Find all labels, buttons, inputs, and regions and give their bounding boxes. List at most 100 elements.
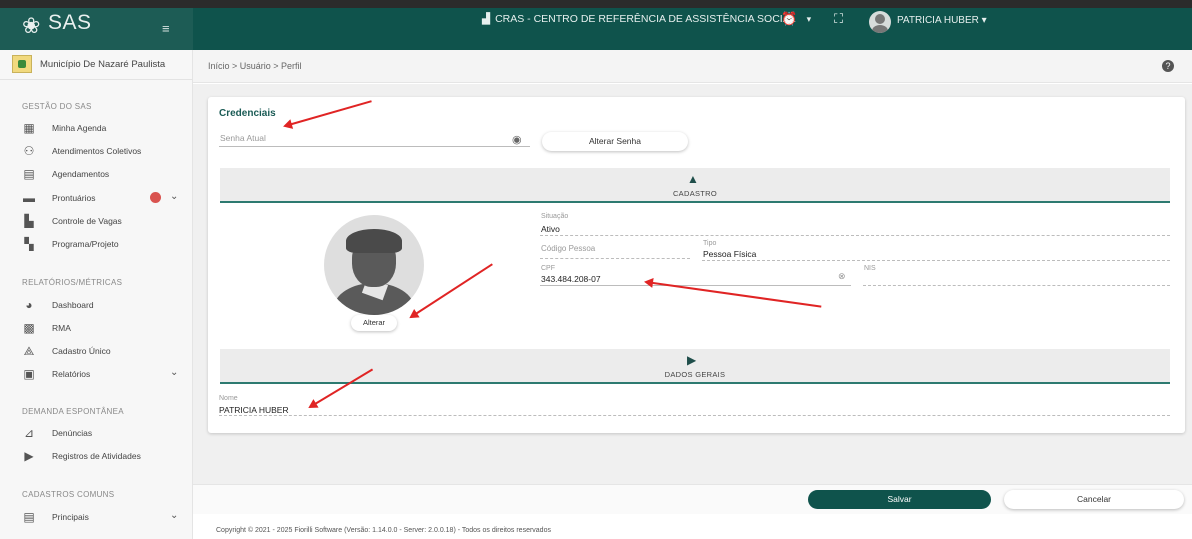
change-photo-button[interactable]: Alterar (351, 315, 397, 331)
nis-label: NIS (864, 265, 876, 272)
situacao-underline (540, 235, 1170, 236)
situacao-value[interactable]: Ativo (541, 224, 560, 234)
avatar[interactable] (869, 11, 891, 33)
handshake-icon: ⟁ (23, 343, 35, 358)
notification-badge (150, 192, 161, 203)
profile-photo (324, 215, 424, 315)
brand-name: SAS (48, 11, 92, 34)
change-password-button[interactable]: Alterar Senha (542, 132, 688, 151)
sidebar-item-label: Programa/Projeto (52, 239, 119, 249)
sidebar: Município De Nazaré Paulista GESTÃO DO S… (0, 50, 193, 539)
codigo-pessoa-input[interactable]: Código Pessoa (541, 244, 595, 253)
tipo-value[interactable]: Pessoa Física (703, 249, 756, 259)
situacao-label: Situação (541, 213, 569, 220)
tipo-underline (702, 260, 1170, 261)
sidebar-item-agendamentos[interactable]: ▤ Agendamentos (22, 165, 182, 183)
sidebar-item-denuncias[interactable]: ⊿ Denúncias (22, 424, 182, 442)
cpf-label: CPF (541, 265, 555, 272)
user-name: PATRICIA HUBER (897, 15, 979, 26)
breadcrumb[interactable]: Início > Usuário > Perfil (208, 61, 302, 71)
credentials-title: Credenciais (219, 108, 276, 119)
profile-card: Credenciais Senha Atual ◉ Alterar Senha … (208, 97, 1185, 433)
nome-underline (219, 415, 1170, 416)
cpf-value[interactable]: 343.484.208-07 (541, 274, 601, 284)
sidebar-item-atendimentos-coletivos[interactable]: ⚇ Atendimentos Coletivos (22, 142, 182, 160)
current-password-underline (219, 146, 530, 147)
cpf-underline (540, 285, 851, 286)
nis-input[interactable] (863, 285, 1170, 286)
top-band (0, 0, 1192, 8)
save-button[interactable]: Salvar (808, 490, 991, 509)
clear-icon[interactable]: ⊗ (838, 271, 846, 282)
help-icon[interactable]: ? (1162, 60, 1174, 72)
brand-bar: ❀ SAS ≡ (0, 8, 193, 50)
sidebar-item-controle-de-vagas[interactable]: ▙ Controle de Vagas (22, 212, 182, 230)
sidebar-item-label: Agendamentos (52, 169, 110, 179)
file-icon: ▣ (23, 367, 35, 381)
section-title: DEMANDA ESPONTÂNEA (22, 407, 124, 416)
chevron-down-icon: ⌄ (170, 510, 179, 521)
sidebar-item-registros-de-atividades[interactable]: ▶ Registros de Atividades (22, 447, 182, 465)
megaphone-icon: ⊿ (23, 426, 35, 440)
municipality-flag-icon (12, 55, 32, 73)
cadastro-title: CADASTRO (672, 189, 718, 198)
dados-gerais-header: ▶ DADOS GERAIS (220, 349, 1170, 384)
fullscreen-icon[interactable]: ⛶ (834, 11, 843, 27)
current-password-input[interactable]: Senha Atual (220, 133, 266, 143)
bar-chart-icon: ▩ (23, 321, 35, 335)
sidebar-item-dashboard[interactable]: ◕ Dashboard (22, 296, 182, 314)
municipality-name: Município De Nazaré Paulista (40, 59, 166, 70)
sidebar-item-label: Minha Agenda (52, 123, 107, 133)
sidebar-item-principais[interactable]: ▤ Principais ⌄ (22, 508, 182, 526)
nome-label: Nome (219, 395, 238, 402)
sidebar-item-label: Prontuários (52, 193, 96, 203)
sidebar-item-label: RMA (52, 323, 71, 333)
section-title: GESTÃO DO SAS (22, 102, 92, 111)
building-icon: ▟ (482, 13, 491, 25)
edit-icon: ▶ (24, 449, 34, 463)
sidebar-item-cadastro-unico[interactable]: ⟁ Cadastro Único (22, 342, 182, 360)
chevron-down-icon: ⌄ (170, 367, 179, 378)
group-icon: ⚇ (23, 144, 35, 158)
section-title: CADASTROS COMUNS (22, 490, 115, 499)
cancel-button[interactable]: Cancelar (1004, 490, 1184, 509)
sidebar-item-prontuarios[interactable]: ▬ Prontuários ⌄ (22, 189, 182, 207)
copyright-text: Copyright © 2021 - 2025 Fiorilli Softwar… (216, 527, 551, 534)
notification-icon[interactable]: ⏰ (781, 11, 797, 27)
sidebar-item-label: Principais (52, 512, 89, 522)
calendar-check-icon: ▤ (23, 167, 35, 181)
section-title: RELATÓRIOS/MÉTRICAS (22, 278, 123, 287)
org-name: CRAS - CENTRO DE REFERÊNCIA DE ASSISTÊNC… (495, 13, 796, 25)
cadastro-header: ▲ CADASTRO (220, 168, 1170, 203)
building-icon: ▚ (24, 237, 34, 251)
sidebar-item-label: Denúncias (52, 428, 93, 438)
logo-icon: ❀ (22, 13, 41, 38)
list-icon: ▤ (23, 510, 35, 524)
sidebar-item-label: Relatórios (52, 369, 91, 379)
sidebar-item-relatorios[interactable]: ▣ Relatórios ⌄ (22, 365, 182, 383)
eye-icon[interactable]: ◉ (512, 133, 522, 146)
sidebar-item-label: Registros de Atividades (52, 451, 141, 461)
chevron-down-icon: ▾ (806, 13, 812, 24)
sidebar-item-label: Cadastro Único (52, 346, 111, 356)
chevron-down-icon: ⌄ (170, 191, 179, 202)
sidebar-item-programa-projeto[interactable]: ▚ Programa/Projeto (22, 235, 182, 253)
org-selector[interactable]: ▟ CRAS - CENTRO DE REFERÊNCIA DE ASSISTÊ… (482, 13, 811, 25)
menu-toggle-icon[interactable]: ≡ (162, 21, 170, 36)
tipo-label: Tipo (703, 240, 717, 247)
codigo-pessoa-underline (540, 258, 690, 259)
breadcrumb-bar: Início > Usuário > Perfil ? (193, 50, 1192, 83)
edit-icon: ▶ (687, 353, 697, 367)
user-menu[interactable]: PATRICIA HUBER ▾ (897, 15, 987, 26)
sidebar-item-minha-agenda[interactable]: ▦ Minha Agenda (22, 119, 182, 137)
sidebar-item-rma[interactable]: ▩ RMA (22, 319, 182, 337)
municipality-header: Município De Nazaré Paulista (0, 50, 193, 80)
chart-icon: ▙ (24, 214, 34, 228)
folder-icon: ▬ (23, 191, 35, 205)
calendar-icon: ▦ (23, 121, 35, 135)
pie-icon: ◕ (25, 298, 33, 312)
nome-value[interactable]: PATRICIA HUBER (219, 405, 289, 415)
sidebar-item-label: Atendimentos Coletivos (52, 146, 142, 156)
sidebar-item-label: Dashboard (52, 300, 94, 310)
user-edit-icon: ▲ (687, 172, 699, 186)
